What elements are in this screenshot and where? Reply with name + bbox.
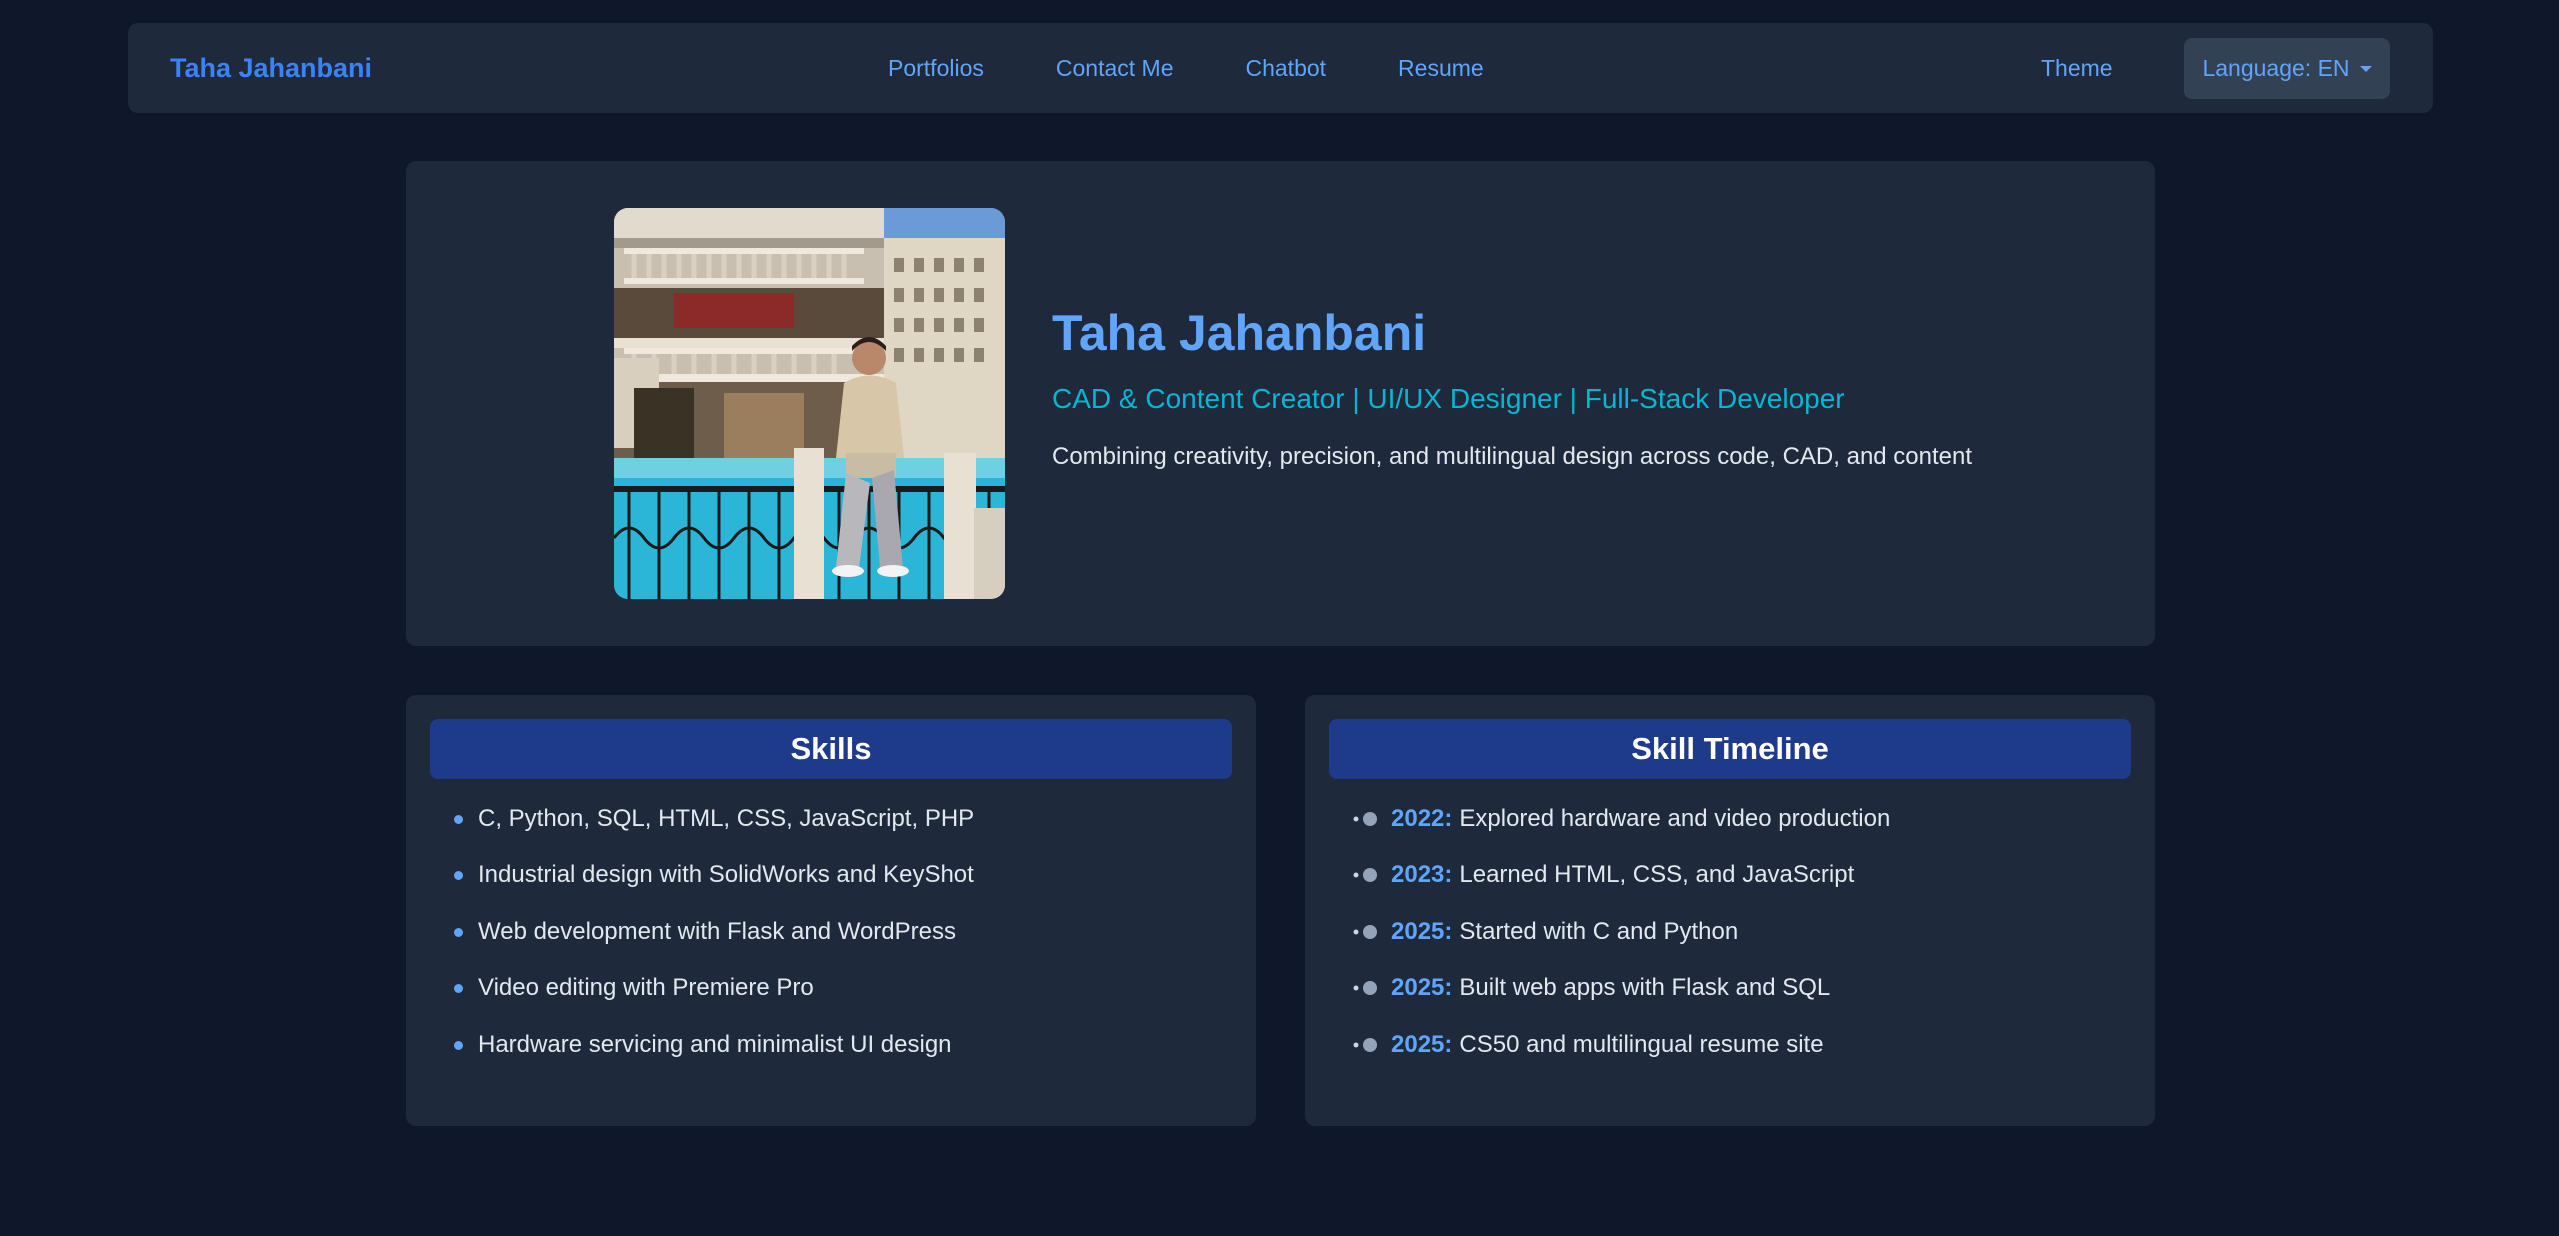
caret-down-icon — [2359, 65, 2372, 72]
skill-text: C, Python, SQL, HTML, CSS, JavaScript, P… — [478, 805, 975, 832]
hero-card: Taha Jahanbani CAD & Content Creator | U… — [406, 161, 2155, 646]
timeline-dot-icon — [1353, 1038, 1377, 1052]
hero-name: Taha Jahanbani — [1052, 305, 1427, 361]
timeline-title: Skill Timeline — [1329, 719, 2131, 779]
timeline-dot-icon — [1353, 812, 1377, 826]
timeline-year: 2022: — [1391, 805, 1453, 832]
skill-text: Hardware servicing and minimalist UI des… — [478, 1031, 952, 1058]
bullet-icon — [454, 870, 463, 880]
language-dropdown-button[interactable]: Language: EN — [2184, 38, 2390, 99]
skills-card: Skills C, Python, SQL, HTML, CSS, JavaSc… — [406, 695, 1256, 1126]
timeline-year: 2025: — [1391, 1031, 1453, 1058]
theme-toggle[interactable]: Theme — [2041, 23, 2113, 113]
bullet-icon — [454, 983, 463, 993]
language-label: Language: EN — [2202, 55, 2350, 81]
skills-title: Skills — [430, 719, 1232, 779]
brand-link[interactable]: Taha Jahanbani — [170, 23, 372, 113]
skill-text: Web development with Flask and WordPress — [478, 918, 956, 945]
bullet-icon — [454, 1040, 463, 1050]
timeline-dot-icon — [1353, 981, 1377, 995]
timeline-text: Started with C and Python — [1459, 918, 1739, 945]
skill-text: Industrial design with SolidWorks and Ke… — [478, 861, 974, 888]
timeline-dot-icon — [1353, 925, 1377, 939]
hero-description: Combining creativity, precision, and mul… — [1052, 443, 1973, 470]
profile-photo — [614, 208, 1005, 599]
nav-link-chatbot[interactable]: Chatbot — [1245, 55, 1326, 82]
skill-text: Video editing with Premiere Pro — [478, 974, 814, 1001]
bullet-icon — [454, 814, 463, 824]
timeline-card: Skill Timeline 2022: Explored hardware a… — [1305, 695, 2155, 1126]
timeline-text: Explored hardware and video production — [1459, 805, 1891, 832]
timeline-year: 2025: — [1391, 974, 1453, 1001]
timeline-text: Built web apps with Flask and SQL — [1459, 974, 1831, 1001]
timeline-text: Learned HTML, CSS, and JavaScript — [1459, 861, 1855, 888]
timeline-year: 2025: — [1391, 918, 1453, 945]
nav-link-contact[interactable]: Contact Me — [1056, 55, 1174, 82]
timeline-dot-icon — [1353, 868, 1377, 882]
nav-link-resume[interactable]: Resume — [1398, 55, 1484, 82]
bullet-icon — [454, 927, 463, 937]
timeline-year: 2023: — [1391, 861, 1453, 888]
nav-links: Portfolios Contact Me Chatbot Resume — [888, 23, 1484, 113]
hero-subtitle: CAD & Content Creator | UI/UX Designer |… — [1052, 383, 1845, 414]
navbar: Taha Jahanbani Portfolios Contact Me Cha… — [128, 23, 2433, 113]
timeline-text: CS50 and multilingual resume site — [1459, 1031, 1824, 1058]
nav-link-portfolios[interactable]: Portfolios — [888, 55, 984, 82]
